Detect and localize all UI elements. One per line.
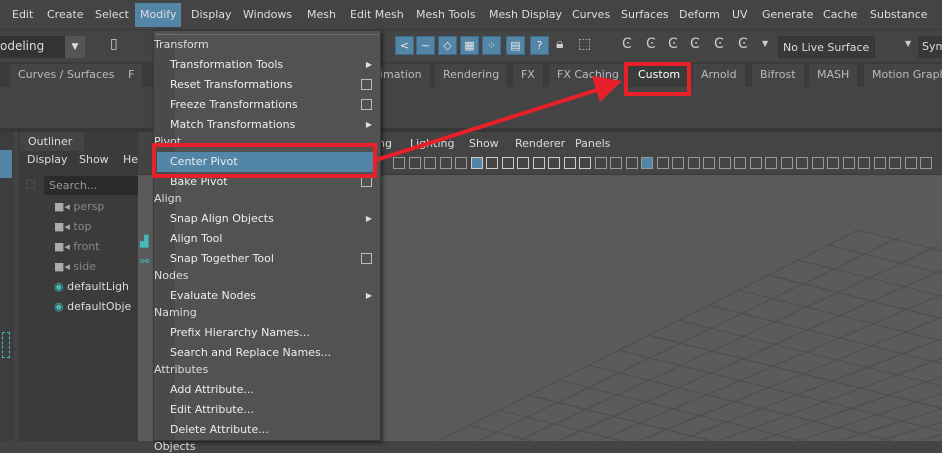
menu-section-objects: Objects — [154, 440, 380, 453]
menu-label: Objects — [154, 440, 196, 453]
annotation-arrow — [375, 76, 622, 162]
